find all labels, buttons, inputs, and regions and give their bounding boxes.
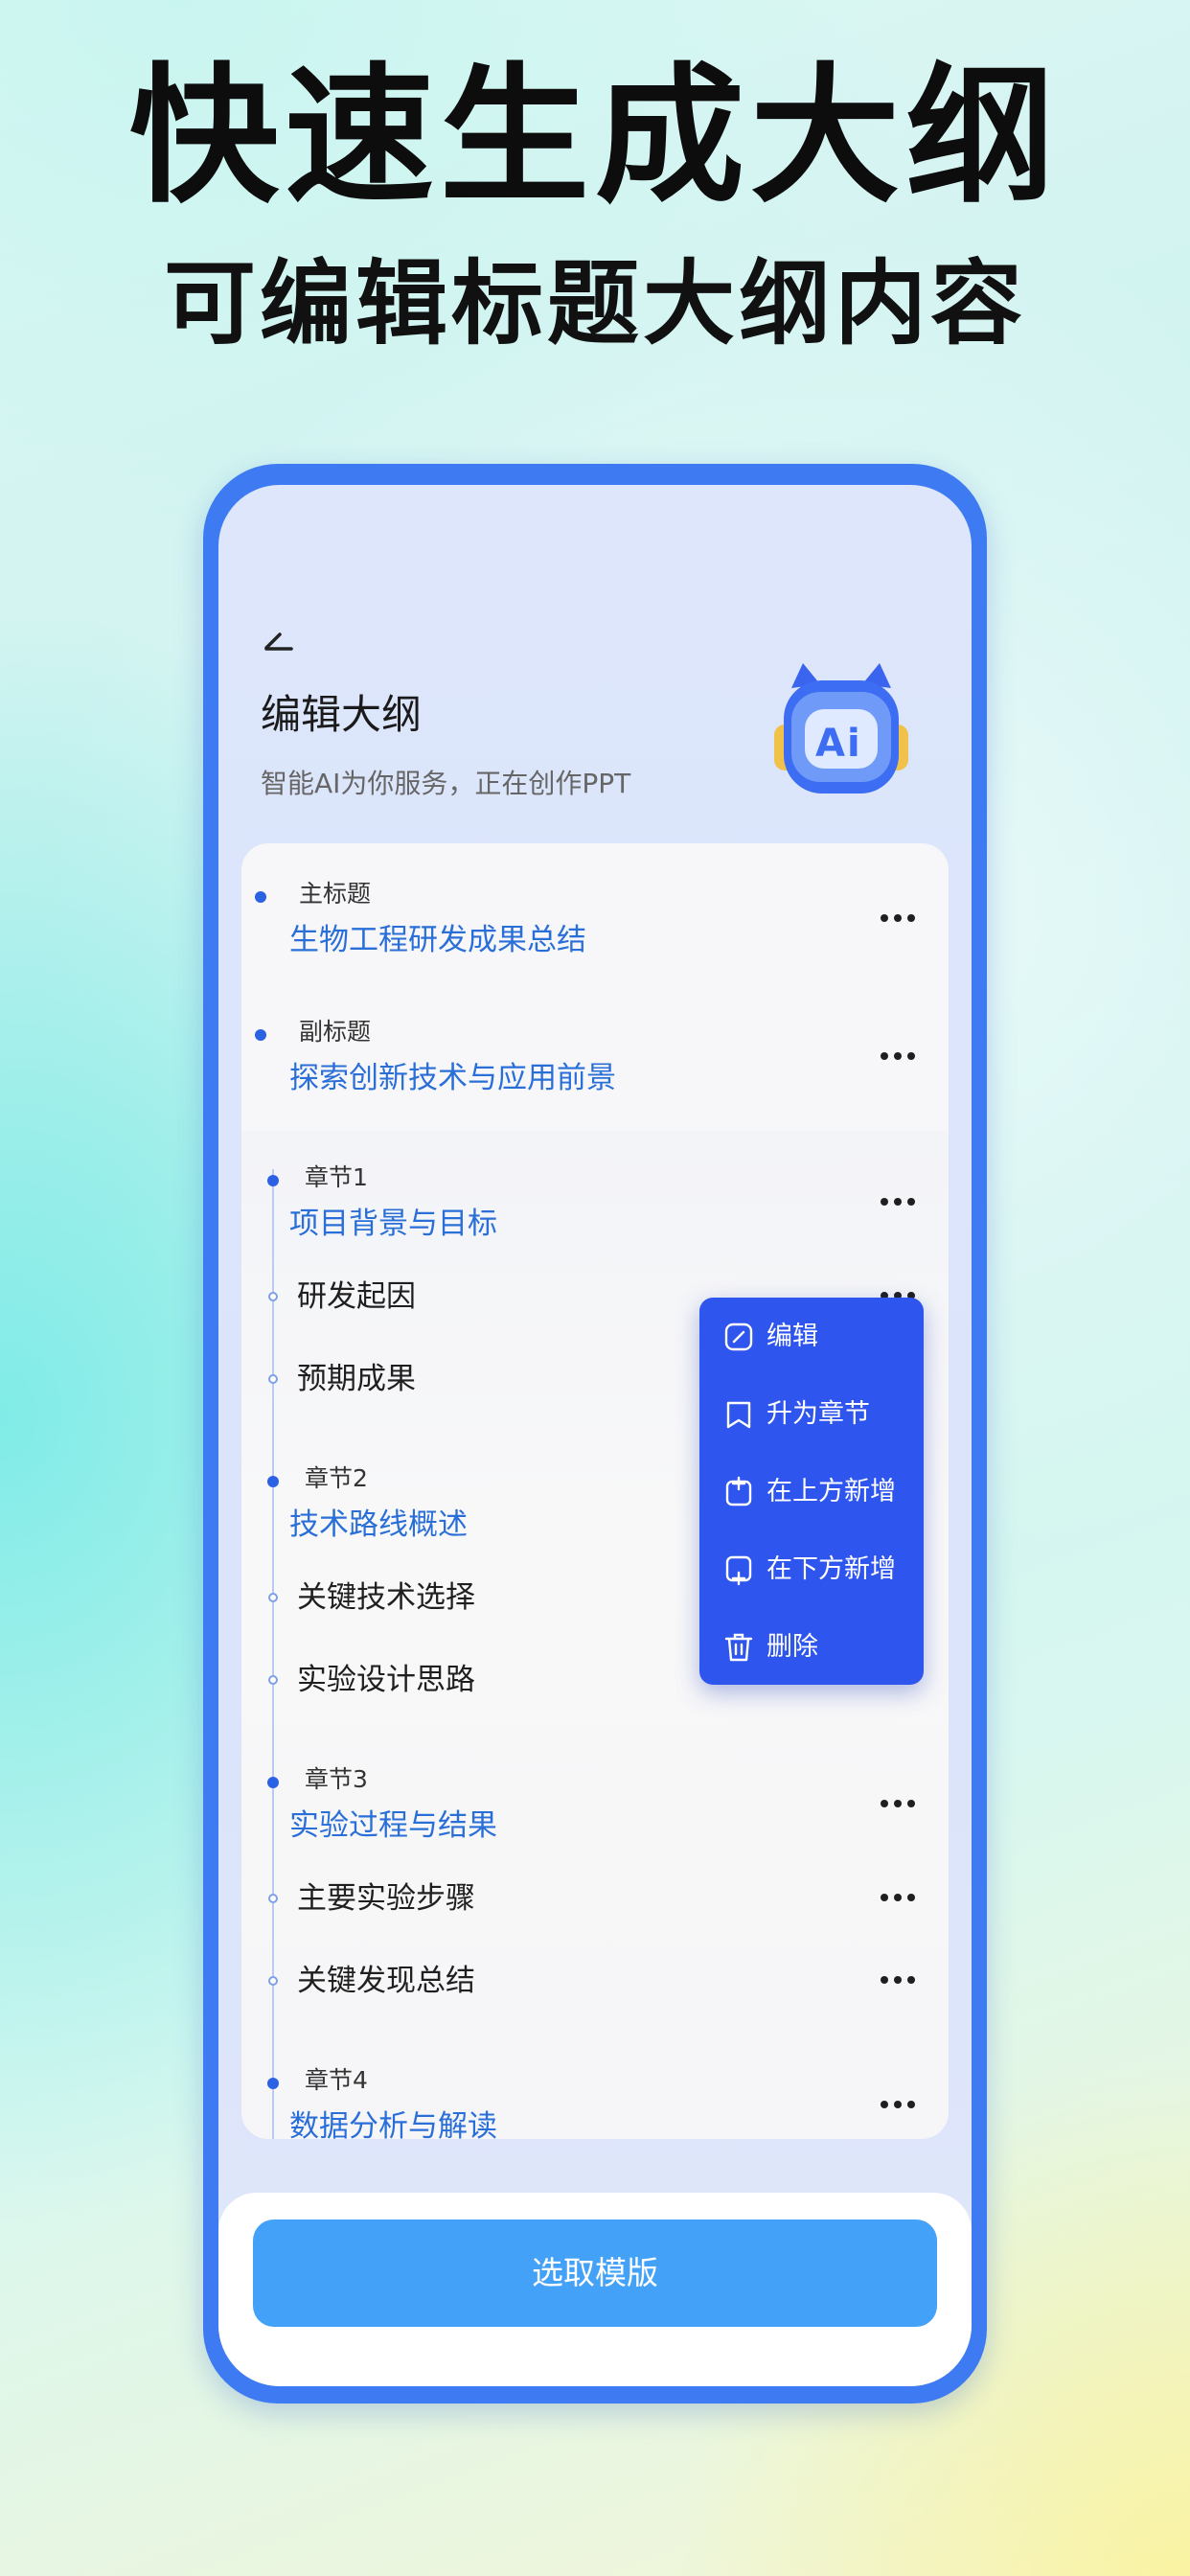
add-above-icon (725, 1476, 752, 1506)
menu-item-label: 在下方新增 (767, 1554, 896, 1584)
title-card: 主标题 生物工程研发成果总结 副标题 探索创新技术与应用前景 (241, 843, 949, 1131)
more-horizontal-icon[interactable] (878, 1970, 926, 1990)
subtitle-value[interactable]: 探索创新技术与应用前景 (289, 1058, 616, 1098)
app-screen: 编辑大纲 智能AI为你服务，正在创作PPT A i 主标题 生物工程研发成果总结 (218, 485, 972, 2386)
ai-robot-icon: A i (770, 659, 912, 803)
timeline-dot (267, 2078, 279, 2089)
more-horizontal-icon[interactable] (878, 1046, 926, 1066)
menu-item-add-above[interactable]: 在上方新增 (699, 1462, 924, 1520)
timeline-subdot (268, 1976, 278, 1986)
main-title-label: 主标题 (299, 880, 372, 908)
timeline-subdot (268, 1593, 278, 1602)
chapter-title[interactable]: 技术路线概述 (289, 1505, 468, 1545)
menu-item-delete[interactable]: 删除 (699, 1618, 924, 1675)
timeline-dot (267, 1777, 279, 1788)
phone-frame: 编辑大纲 智能AI为你服务，正在创作PPT A i 主标题 生物工程研发成果总结 (203, 464, 987, 2404)
subtitle-label: 副标题 (299, 1018, 372, 1046)
chapter-label: 章节3 (305, 1765, 368, 1793)
chapter-label: 章节2 (305, 1464, 368, 1492)
menu-item-label: 升为章节 (767, 1399, 870, 1429)
chapter-title[interactable]: 数据分析与解读 (289, 2106, 497, 2147)
timeline-subdot (268, 1374, 278, 1384)
page-subtitle: 智能AI为你服务，正在创作PPT (261, 768, 631, 799)
chapter-label: 章节1 (305, 1163, 368, 1191)
more-horizontal-icon[interactable] (878, 1794, 926, 1813)
menu-item-edit[interactable]: 编辑 (699, 1307, 924, 1365)
add-below-icon (725, 1555, 752, 1586)
timeline-dot (267, 1476, 279, 1487)
menu-item-add-below[interactable]: 在下方新增 (699, 1540, 924, 1598)
section-title[interactable]: 实验设计思路 (297, 1660, 475, 1700)
main-title-value[interactable]: 生物工程研发成果总结 (289, 920, 586, 960)
svg-text:A: A (815, 722, 845, 766)
chapter-title[interactable]: 项目背景与目标 (289, 1204, 497, 1244)
section-title[interactable]: 关键发现总结 (297, 1961, 475, 2001)
section-title[interactable]: 主要实验步骤 (297, 1878, 475, 1919)
timeline-dot (267, 1175, 279, 1186)
bottom-bar: 选取模版 (218, 2193, 972, 2386)
more-horizontal-icon[interactable] (878, 2095, 926, 2114)
menu-item-promote[interactable]: 升为章节 (699, 1385, 924, 1442)
menu-item-label: 在上方新增 (767, 1477, 896, 1506)
timeline-dot (255, 1029, 266, 1041)
more-horizontal-icon[interactable] (878, 908, 926, 928)
timeline-subdot (268, 1675, 278, 1685)
select-template-button[interactable]: 选取模版 (253, 2220, 937, 2327)
context-menu: 编辑 升为章节 在上方新增 在下方新增 删除 (699, 1298, 924, 1685)
section-title[interactable]: 研发起因 (297, 1276, 416, 1317)
back-arrow-icon[interactable] (263, 619, 301, 657)
chapter-title[interactable]: 实验过程与结果 (289, 1806, 497, 1846)
timeline-subdot (268, 1894, 278, 1903)
section-title[interactable]: 关键技术选择 (297, 1577, 475, 1618)
hero-title: 快速生成大纲 (129, 49, 1061, 223)
svg-text:i: i (847, 722, 860, 766)
timeline-dot (255, 891, 266, 903)
section-title[interactable]: 预期成果 (297, 1359, 416, 1399)
more-horizontal-icon[interactable] (878, 1888, 926, 1907)
menu-item-label: 编辑 (767, 1322, 818, 1351)
bookmark-icon (726, 1401, 751, 1429)
trash-icon (724, 1633, 753, 1662)
timeline-line (272, 1169, 274, 2139)
page-title: 编辑大纲 (261, 691, 423, 738)
edit-icon (724, 1322, 753, 1351)
menu-item-label: 删除 (767, 1632, 818, 1662)
chapter-label: 章节4 (305, 2066, 368, 2094)
timeline-subdot (268, 1292, 278, 1301)
hero-subtitle: 可编辑标题大纲内容 (164, 250, 1026, 357)
more-horizontal-icon[interactable] (878, 1192, 926, 1211)
